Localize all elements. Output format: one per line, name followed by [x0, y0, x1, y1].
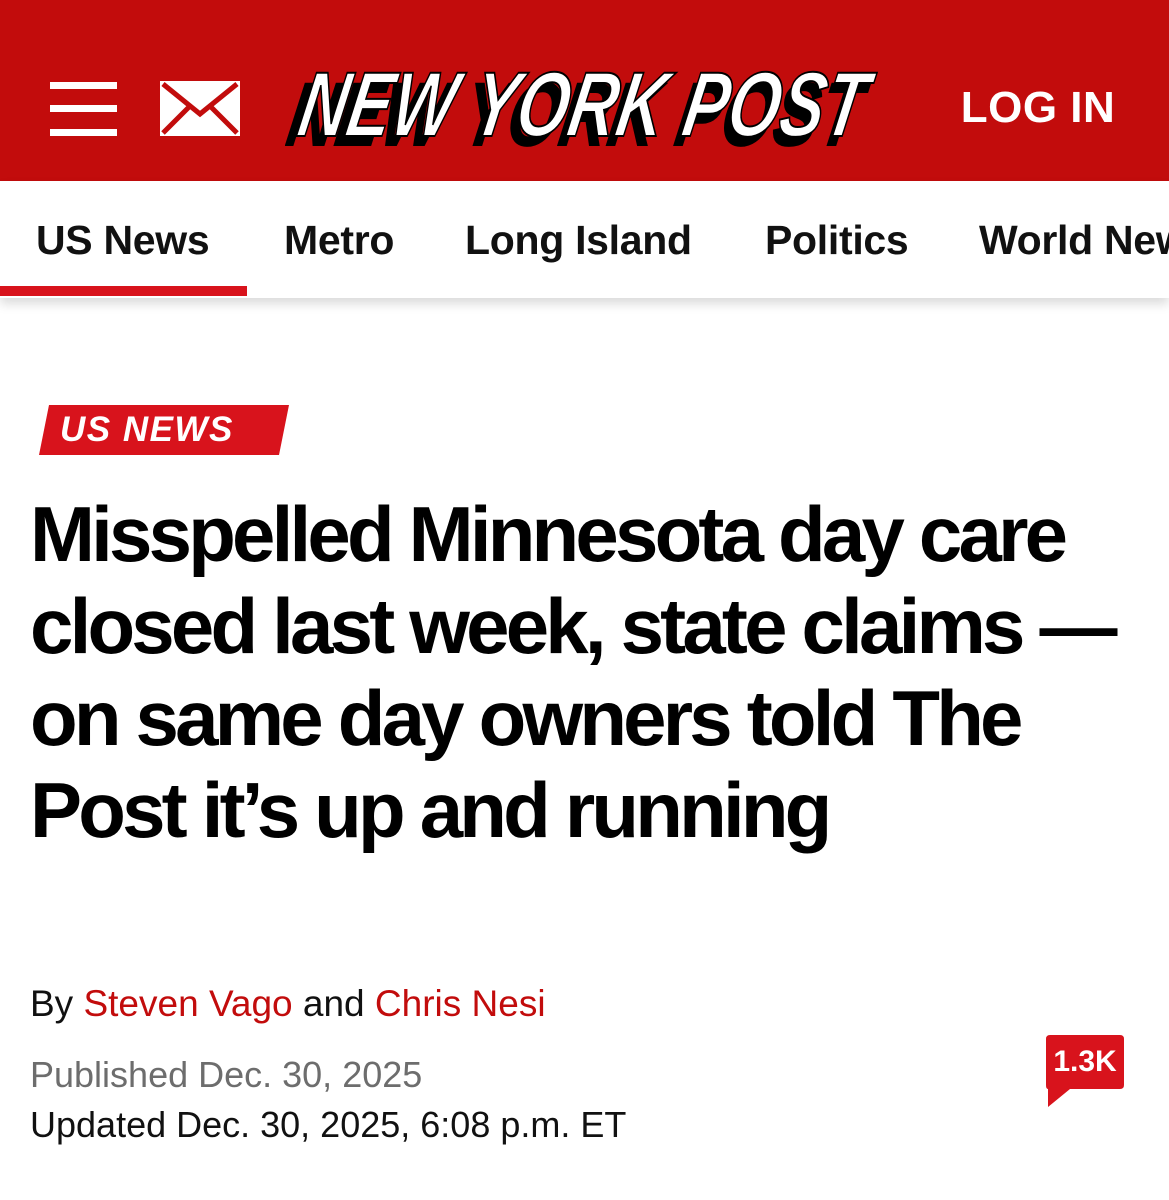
- top-header-bar: NEW YORK POST NEW YORK POST LOG IN: [0, 0, 1169, 181]
- envelope-icon[interactable]: [160, 81, 240, 136]
- nav-item-us-news[interactable]: US News: [36, 217, 210, 264]
- logo-text: NEW YORK POST: [292, 58, 881, 156]
- section-nav: US News Metro Long Island Politics World…: [0, 181, 1169, 298]
- new-york-post-logo[interactable]: NEW YORK POST NEW YORK POST: [285, 58, 885, 163]
- nav-item-metro[interactable]: Metro: [284, 217, 394, 264]
- author-link-1[interactable]: Steven Vago: [83, 983, 292, 1024]
- nav-item-long-island[interactable]: Long Island: [465, 217, 692, 264]
- comment-count[interactable]: 1.3K: [1046, 1040, 1124, 1084]
- published-date: Published Dec. 30, 2025: [30, 1054, 423, 1095]
- article-headline: Misspelled Minnesota day care closed las…: [30, 490, 1117, 854]
- section-tag-label[interactable]: US NEWS: [60, 409, 270, 451]
- nav-item-politics[interactable]: Politics: [765, 217, 909, 264]
- updated-date: Updated Dec. 30, 2025, 6:08 p.m. ET: [30, 1104, 627, 1145]
- active-tab-underline: [0, 286, 247, 296]
- login-button[interactable]: LOG IN: [930, 82, 1146, 134]
- hamburger-menu-icon[interactable]: [50, 82, 117, 136]
- byline-joiner: and: [302, 983, 365, 1024]
- byline-prefix: By: [30, 983, 74, 1024]
- nav-item-world-news[interactable]: World News: [979, 217, 1169, 264]
- author-link-2[interactable]: Chris Nesi: [375, 983, 546, 1024]
- byline: By Steven Vago and Chris Nesi: [30, 982, 546, 1026]
